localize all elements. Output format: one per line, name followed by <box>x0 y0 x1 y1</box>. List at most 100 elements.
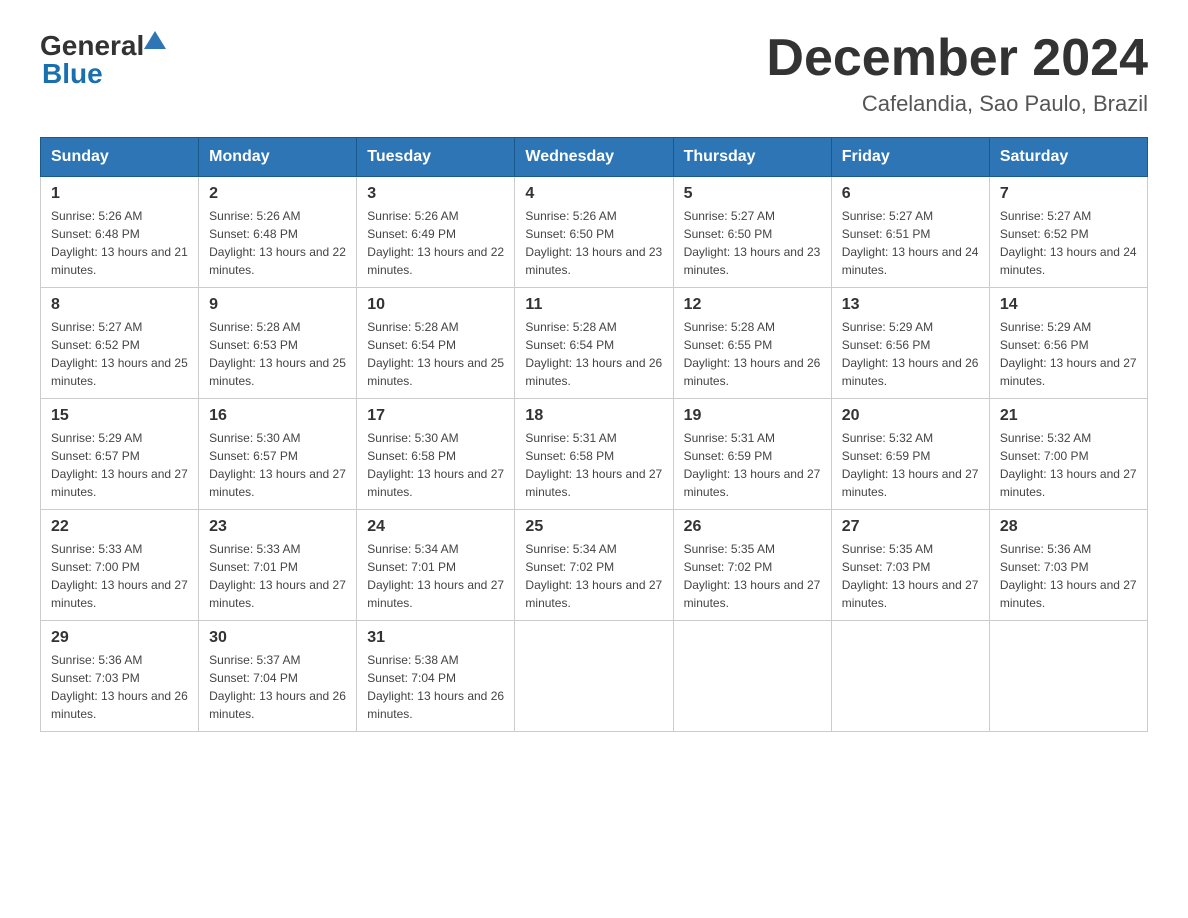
day-number: 26 <box>684 518 821 536</box>
calendar-cell <box>515 621 673 732</box>
day-info: Sunrise: 5:29 AMSunset: 6:56 PMDaylight:… <box>1000 320 1137 388</box>
calendar-cell: 2 Sunrise: 5:26 AMSunset: 6:48 PMDayligh… <box>199 177 357 288</box>
logo: General Blue <box>40 30 166 90</box>
calendar-cell: 20 Sunrise: 5:32 AMSunset: 6:59 PMDaylig… <box>831 399 989 510</box>
calendar-week-row: 1 Sunrise: 5:26 AMSunset: 6:48 PMDayligh… <box>41 177 1148 288</box>
calendar-cell: 6 Sunrise: 5:27 AMSunset: 6:51 PMDayligh… <box>831 177 989 288</box>
calendar-cell: 8 Sunrise: 5:27 AMSunset: 6:52 PMDayligh… <box>41 288 199 399</box>
day-number: 11 <box>525 296 662 314</box>
day-number: 24 <box>367 518 504 536</box>
day-info: Sunrise: 5:34 AMSunset: 7:01 PMDaylight:… <box>367 542 504 610</box>
month-title: December 2024 <box>766 30 1148 87</box>
day-info: Sunrise: 5:32 AMSunset: 6:59 PMDaylight:… <box>842 431 979 499</box>
calendar-cell: 28 Sunrise: 5:36 AMSunset: 7:03 PMDaylig… <box>989 510 1147 621</box>
day-number: 18 <box>525 407 662 425</box>
day-info: Sunrise: 5:26 AMSunset: 6:49 PMDaylight:… <box>367 209 504 277</box>
calendar-week-row: 29 Sunrise: 5:36 AMSunset: 7:03 PMDaylig… <box>41 621 1148 732</box>
calendar-cell: 24 Sunrise: 5:34 AMSunset: 7:01 PMDaylig… <box>357 510 515 621</box>
day-number: 25 <box>525 518 662 536</box>
calendar-cell: 21 Sunrise: 5:32 AMSunset: 7:00 PMDaylig… <box>989 399 1147 510</box>
calendar-cell: 1 Sunrise: 5:26 AMSunset: 6:48 PMDayligh… <box>41 177 199 288</box>
day-number: 17 <box>367 407 504 425</box>
calendar-cell <box>673 621 831 732</box>
day-number: 8 <box>51 296 188 314</box>
calendar-cell: 12 Sunrise: 5:28 AMSunset: 6:55 PMDaylig… <box>673 288 831 399</box>
weekday-header-tuesday: Tuesday <box>357 138 515 177</box>
day-number: 21 <box>1000 407 1137 425</box>
calendar-cell: 15 Sunrise: 5:29 AMSunset: 6:57 PMDaylig… <box>41 399 199 510</box>
day-number: 22 <box>51 518 188 536</box>
calendar-week-row: 15 Sunrise: 5:29 AMSunset: 6:57 PMDaylig… <box>41 399 1148 510</box>
day-number: 6 <box>842 185 979 203</box>
calendar-cell: 14 Sunrise: 5:29 AMSunset: 6:56 PMDaylig… <box>989 288 1147 399</box>
calendar-week-row: 8 Sunrise: 5:27 AMSunset: 6:52 PMDayligh… <box>41 288 1148 399</box>
day-info: Sunrise: 5:29 AMSunset: 6:56 PMDaylight:… <box>842 320 979 388</box>
logo-triangle-icon <box>144 31 166 54</box>
day-info: Sunrise: 5:28 AMSunset: 6:54 PMDaylight:… <box>367 320 504 388</box>
calendar-cell: 3 Sunrise: 5:26 AMSunset: 6:49 PMDayligh… <box>357 177 515 288</box>
page-header: General Blue December 2024 Cafelandia, S… <box>40 30 1148 117</box>
day-info: Sunrise: 5:27 AMSunset: 6:52 PMDaylight:… <box>51 320 188 388</box>
location-title: Cafelandia, Sao Paulo, Brazil <box>766 91 1148 117</box>
day-number: 29 <box>51 629 188 647</box>
day-number: 16 <box>209 407 346 425</box>
day-info: Sunrise: 5:31 AMSunset: 6:58 PMDaylight:… <box>525 431 662 499</box>
calendar-header-row: SundayMondayTuesdayWednesdayThursdayFrid… <box>41 138 1148 177</box>
day-info: Sunrise: 5:27 AMSunset: 6:50 PMDaylight:… <box>684 209 821 277</box>
day-number: 1 <box>51 185 188 203</box>
weekday-header-sunday: Sunday <box>41 138 199 177</box>
day-number: 28 <box>1000 518 1137 536</box>
day-number: 31 <box>367 629 504 647</box>
calendar-table: SundayMondayTuesdayWednesdayThursdayFrid… <box>40 137 1148 732</box>
day-info: Sunrise: 5:33 AMSunset: 7:00 PMDaylight:… <box>51 542 188 610</box>
calendar-cell: 5 Sunrise: 5:27 AMSunset: 6:50 PMDayligh… <box>673 177 831 288</box>
day-number: 27 <box>842 518 979 536</box>
calendar-cell <box>989 621 1147 732</box>
day-info: Sunrise: 5:34 AMSunset: 7:02 PMDaylight:… <box>525 542 662 610</box>
calendar-cell: 16 Sunrise: 5:30 AMSunset: 6:57 PMDaylig… <box>199 399 357 510</box>
weekday-header-monday: Monday <box>199 138 357 177</box>
weekday-header-thursday: Thursday <box>673 138 831 177</box>
calendar-cell <box>831 621 989 732</box>
calendar-cell: 29 Sunrise: 5:36 AMSunset: 7:03 PMDaylig… <box>41 621 199 732</box>
day-number: 20 <box>842 407 979 425</box>
logo-blue-text: Blue <box>42 58 103 90</box>
day-number: 10 <box>367 296 504 314</box>
day-number: 12 <box>684 296 821 314</box>
day-info: Sunrise: 5:33 AMSunset: 7:01 PMDaylight:… <box>209 542 346 610</box>
calendar-week-row: 22 Sunrise: 5:33 AMSunset: 7:00 PMDaylig… <box>41 510 1148 621</box>
day-info: Sunrise: 5:27 AMSunset: 6:51 PMDaylight:… <box>842 209 979 277</box>
day-number: 5 <box>684 185 821 203</box>
day-info: Sunrise: 5:28 AMSunset: 6:53 PMDaylight:… <box>209 320 346 388</box>
weekday-header-saturday: Saturday <box>989 138 1147 177</box>
calendar-cell: 4 Sunrise: 5:26 AMSunset: 6:50 PMDayligh… <box>515 177 673 288</box>
day-number: 7 <box>1000 185 1137 203</box>
day-number: 30 <box>209 629 346 647</box>
day-info: Sunrise: 5:26 AMSunset: 6:48 PMDaylight:… <box>209 209 346 277</box>
day-number: 9 <box>209 296 346 314</box>
day-info: Sunrise: 5:28 AMSunset: 6:54 PMDaylight:… <box>525 320 662 388</box>
day-number: 13 <box>842 296 979 314</box>
day-number: 23 <box>209 518 346 536</box>
day-info: Sunrise: 5:35 AMSunset: 7:02 PMDaylight:… <box>684 542 821 610</box>
day-number: 15 <box>51 407 188 425</box>
calendar-cell: 30 Sunrise: 5:37 AMSunset: 7:04 PMDaylig… <box>199 621 357 732</box>
day-info: Sunrise: 5:38 AMSunset: 7:04 PMDaylight:… <box>367 653 504 721</box>
calendar-cell: 7 Sunrise: 5:27 AMSunset: 6:52 PMDayligh… <box>989 177 1147 288</box>
day-info: Sunrise: 5:30 AMSunset: 6:57 PMDaylight:… <box>209 431 346 499</box>
day-info: Sunrise: 5:26 AMSunset: 6:48 PMDaylight:… <box>51 209 188 277</box>
day-number: 14 <box>1000 296 1137 314</box>
day-info: Sunrise: 5:32 AMSunset: 7:00 PMDaylight:… <box>1000 431 1137 499</box>
weekday-header-friday: Friday <box>831 138 989 177</box>
calendar-cell: 17 Sunrise: 5:30 AMSunset: 6:58 PMDaylig… <box>357 399 515 510</box>
calendar-cell: 13 Sunrise: 5:29 AMSunset: 6:56 PMDaylig… <box>831 288 989 399</box>
day-number: 4 <box>525 185 662 203</box>
day-info: Sunrise: 5:36 AMSunset: 7:03 PMDaylight:… <box>51 653 188 721</box>
day-info: Sunrise: 5:35 AMSunset: 7:03 PMDaylight:… <box>842 542 979 610</box>
day-info: Sunrise: 5:27 AMSunset: 6:52 PMDaylight:… <box>1000 209 1137 277</box>
calendar-cell: 10 Sunrise: 5:28 AMSunset: 6:54 PMDaylig… <box>357 288 515 399</box>
calendar-cell: 27 Sunrise: 5:35 AMSunset: 7:03 PMDaylig… <box>831 510 989 621</box>
calendar-cell: 9 Sunrise: 5:28 AMSunset: 6:53 PMDayligh… <box>199 288 357 399</box>
day-info: Sunrise: 5:36 AMSunset: 7:03 PMDaylight:… <box>1000 542 1137 610</box>
day-info: Sunrise: 5:31 AMSunset: 6:59 PMDaylight:… <box>684 431 821 499</box>
